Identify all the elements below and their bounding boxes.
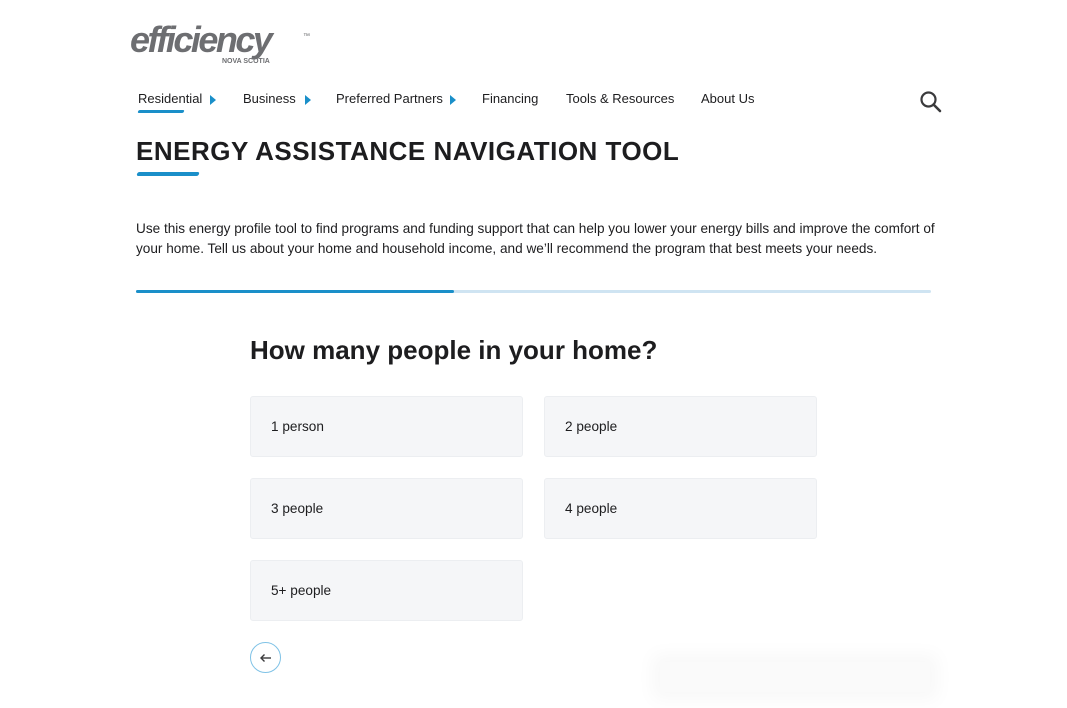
search-button[interactable]	[918, 89, 944, 115]
logo-wordmark: efficiency	[130, 24, 275, 60]
option-2-people[interactable]: 2 people	[544, 396, 817, 457]
nav-item-about-us[interactable]: About Us	[701, 90, 754, 116]
nav-item-financing[interactable]: Financing	[482, 90, 538, 116]
caret-right-icon	[305, 95, 311, 105]
progress-bar-fill	[136, 290, 454, 293]
title-underline	[136, 172, 200, 176]
intro-text: Use this energy profile tool to find pro…	[136, 221, 935, 256]
nav-item-preferred-partners[interactable]: Preferred Partners	[336, 90, 456, 116]
active-nav-underline	[137, 110, 185, 113]
nav-item-label: Tools & Resources	[566, 91, 675, 106]
back-button[interactable]	[250, 642, 281, 673]
search-icon	[920, 91, 942, 113]
caret-right-icon	[450, 95, 456, 105]
efficiency-nova-scotia-logo[interactable]: efficiency ™ NOVA SCOTIA	[130, 24, 312, 68]
nav-item-tools-resources[interactable]: Tools & Resources	[566, 90, 674, 116]
option-5-plus-people[interactable]: 5+ people	[250, 560, 523, 621]
progress-bar	[136, 290, 931, 293]
logo-trademark: ™	[303, 33, 310, 40]
option-4-people[interactable]: 4 people	[544, 478, 817, 539]
nav-item-business[interactable]: Business	[243, 90, 311, 116]
nav-item-residential[interactable]: Residential	[137, 90, 216, 116]
nav-item-label: Preferred Partners	[336, 91, 443, 106]
arrow-left-icon	[260, 654, 271, 662]
nav-item-label: About Us	[701, 91, 755, 106]
logo-tagline: NOVA SCOTIA	[222, 58, 270, 65]
nav-item-label: Business	[243, 91, 296, 106]
caret-right-icon	[210, 95, 216, 105]
option-3-people[interactable]: 3 people	[250, 478, 523, 539]
question-heading: How many people in your home?	[250, 335, 658, 365]
faded-overlay	[660, 662, 930, 692]
nav-item-label: Financing	[482, 91, 539, 106]
nav-item-label: Residential	[138, 91, 203, 106]
page-title: ENERGY ASSISTANCE NAVIGATION TOOL	[136, 136, 680, 166]
option-1-person[interactable]: 1 person	[250, 396, 523, 457]
